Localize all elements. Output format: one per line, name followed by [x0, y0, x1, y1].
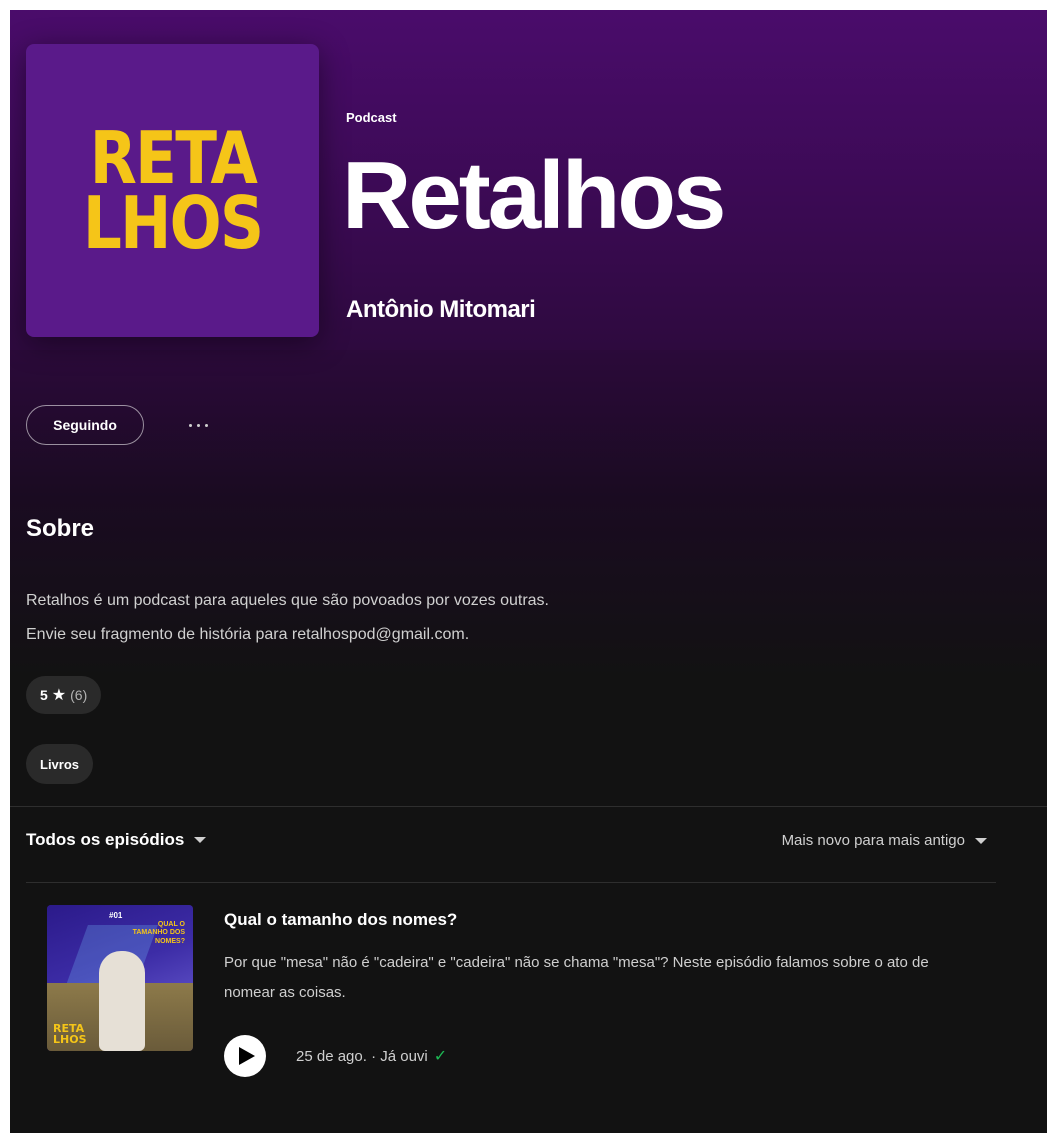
category-chip[interactable]: Livros	[26, 744, 94, 784]
check-icon: ✓	[433, 1048, 448, 1065]
cover-logo: RETA LHOS	[67, 122, 278, 265]
episode-meta: 25 de ago. · Já ouvi ✓	[296, 1046, 447, 1066]
about-description: Retalhos é um podcast para aqueles que s…	[26, 584, 826, 652]
episode-date-status: 25 de ago. · Já ouvi	[296, 1047, 428, 1065]
cover-logo-line-2: LHOS	[82, 180, 264, 265]
play-icon	[238, 1047, 255, 1065]
episodes-filter-label: Todos os episódios	[26, 830, 185, 849]
caret-down-icon	[194, 837, 207, 843]
episode-thumbnail[interactable]: #01 QUAL O TAMANHO DOS NOMES? RETA LHOS	[47, 905, 193, 1051]
about-heading: Sobre	[26, 515, 95, 542]
podcast-cover-art: RETA LHOS	[26, 44, 319, 337]
dot	[188, 423, 192, 427]
section-divider	[10, 806, 1047, 807]
thumb-episode-tag: QUAL O TAMANHO DOS NOMES?	[132, 921, 185, 945]
episode-description: Por que "mesa" não é "cadeira" e "cadeir…	[224, 954, 929, 1001]
sort-label: Mais novo para mais antigo	[781, 832, 965, 849]
sort-dropdown[interactable]: Mais novo para mais antigo	[782, 832, 987, 849]
rating-value: 5	[40, 687, 48, 703]
rating-count: (6)	[70, 687, 88, 703]
caret-down-icon	[975, 837, 987, 844]
episode-list-divider	[26, 882, 996, 883]
content-type-label: Podcast	[346, 110, 397, 125]
follow-button[interactable]: Seguindo	[26, 405, 144, 445]
dot	[204, 423, 208, 427]
thumb-person	[99, 951, 145, 1051]
about-line-1: Retalhos é um podcast para aqueles que s…	[26, 592, 549, 609]
podcast-title: Retalhos	[342, 142, 726, 249]
star-icon: ★	[51, 687, 67, 704]
episodes-filter-dropdown[interactable]: Todos os episódios	[26, 830, 207, 850]
thumb-episode-number: #01	[109, 911, 123, 920]
thumb-logo-line-2: LHOS	[53, 1032, 87, 1046]
episode-title[interactable]: Qual o tamanho dos nomes?	[224, 910, 457, 930]
more-options-icon[interactable]	[178, 410, 218, 440]
dot	[196, 423, 200, 427]
podcast-page: RETA LHOS Podcast Retalhos Antônio Mitom…	[10, 10, 1047, 1133]
about-line-2: Envie seu fragmento de história para ret…	[26, 626, 470, 643]
thumb-logo: RETA LHOS	[53, 1023, 87, 1046]
rating-badge[interactable]: 5 ★ (6)	[26, 676, 102, 714]
podcast-author[interactable]: Antônio Mitomari	[346, 296, 536, 324]
play-button[interactable]	[224, 1035, 266, 1077]
